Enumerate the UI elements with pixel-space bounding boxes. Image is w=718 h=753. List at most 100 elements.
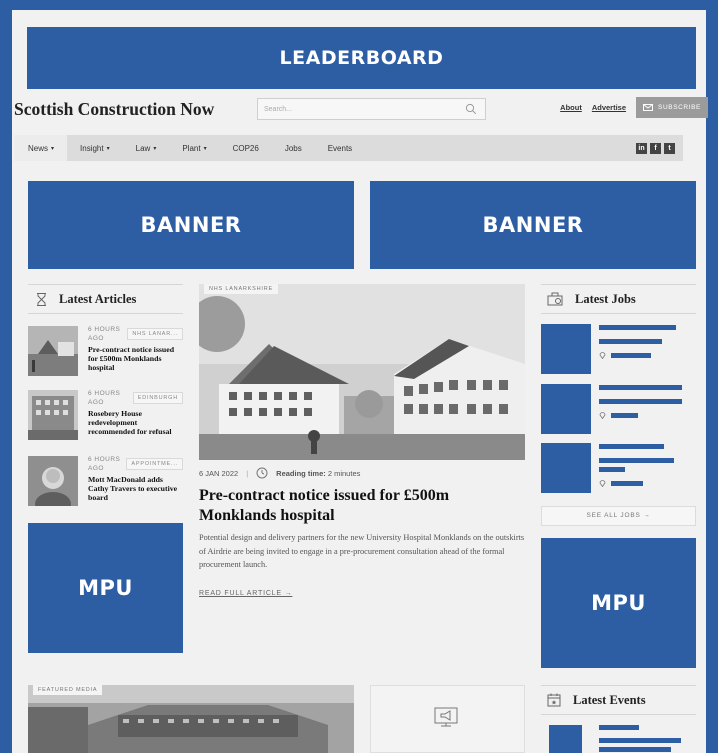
- job-title-placeholder: [599, 458, 674, 463]
- article-thumbnail[interactable]: [28, 390, 78, 440]
- event-title-placeholder: [599, 725, 639, 730]
- site-logo[interactable]: Scottish Construction Now: [14, 99, 244, 120]
- job-logo[interactable]: [541, 324, 591, 374]
- article-thumbnail[interactable]: [28, 456, 78, 506]
- article-tag[interactable]: EDINBURGH: [132, 392, 183, 404]
- article-list-item[interactable]: 6 HOURS AGO EDINBURGH Rosebery House red…: [28, 390, 183, 446]
- location-pin-icon: [599, 412, 606, 419]
- section-title: Latest Jobs: [575, 291, 636, 306]
- about-link[interactable]: About: [560, 103, 582, 112]
- linkedin-icon[interactable]: in: [636, 143, 647, 154]
- job-title-placeholder: [599, 385, 682, 390]
- job-title-placeholder: [599, 325, 676, 330]
- feature-tag[interactable]: NHS LANARKSHIRE: [204, 284, 278, 294]
- nav-item-law[interactable]: Law ▾: [123, 135, 170, 161]
- leaderboard-ad[interactable]: LEADERBOARD: [27, 27, 696, 89]
- event-logo[interactable]: [549, 725, 582, 753]
- latest-jobs-header: Latest Jobs: [541, 284, 696, 314]
- search-icon[interactable]: [465, 103, 477, 115]
- nav-label: Insight: [80, 143, 104, 153]
- event-title-placeholder: [599, 747, 671, 752]
- meta-separator: |: [246, 468, 249, 478]
- reading-time-value: 2 minutes: [327, 468, 361, 478]
- subscribe-button[interactable]: SUBSCRIBE: [636, 97, 708, 118]
- chevron-down-icon: ▾: [106, 145, 110, 152]
- article-thumbnail[interactable]: [28, 326, 78, 376]
- site-header: Scottish Construction Now Search... Abou…: [14, 92, 708, 128]
- job-logo[interactable]: [541, 384, 591, 434]
- job-logo[interactable]: [541, 443, 591, 493]
- nav-label: Jobs: [284, 143, 302, 153]
- article-list-item[interactable]: 6 HOURS AGO APPOINTME... Mott MacDonald …: [28, 456, 183, 512]
- search-input[interactable]: Search...: [257, 98, 486, 120]
- twitter-icon[interactable]: t: [664, 143, 675, 154]
- hourglass-icon: [37, 292, 46, 306]
- see-all-jobs-button[interactable]: SEE ALL JOBS →: [541, 506, 696, 526]
- article-time: 6 HOURS AGO: [88, 326, 121, 342]
- article-title[interactable]: Pre-contract notice issued for £500m Mon…: [88, 345, 184, 373]
- mpu-ad-left[interactable]: MPU: [28, 523, 183, 653]
- feature-summary: Potential design and delivery partners f…: [199, 533, 525, 569]
- nav-item-plant[interactable]: Plant ▾: [169, 135, 219, 161]
- calendar-icon: [547, 693, 561, 707]
- nav-item-jobs[interactable]: Jobs: [272, 135, 315, 161]
- facebook-icon[interactable]: f: [650, 143, 661, 154]
- main-nav: News ▾ Insight ▾ Law ▾ Plant ▾ COP26 Jobs Ev…: [14, 135, 683, 161]
- section-title: Latest Articles: [59, 291, 137, 306]
- feature-meta: 6 JAN 2022 | Reading time: 2 minutes: [199, 466, 525, 480]
- article-title[interactable]: Rosebery House redevelopment recommended…: [88, 409, 184, 437]
- feature-image[interactable]: NHS LANARKSHIRE: [199, 284, 525, 460]
- nav-item-news[interactable]: News ▾: [14, 135, 68, 161]
- job-location-placeholder: [611, 481, 643, 486]
- location-pin-icon: [599, 480, 606, 487]
- job-listing[interactable]: [541, 443, 697, 493]
- megaphone-icon: [434, 707, 458, 727]
- section-title: Latest Events: [573, 692, 646, 707]
- reading-time-label: Reading time:: [276, 468, 326, 478]
- latest-events-header: Latest Events: [541, 685, 696, 715]
- chevron-down-icon: ▾: [51, 145, 55, 152]
- header-links: About Advertise SUBSCRIBE: [560, 97, 708, 118]
- clock-icon: [256, 467, 268, 479]
- job-listing[interactable]: [541, 384, 697, 434]
- advertise-link[interactable]: Advertise: [592, 103, 626, 112]
- nav-item-events[interactable]: Events: [315, 135, 365, 161]
- chevron-down-icon: ▾: [203, 145, 207, 152]
- nav-item-cop26[interactable]: COP26: [220, 135, 272, 161]
- job-listing[interactable]: [541, 324, 697, 374]
- feature-title[interactable]: Pre-contract notice issued for £500m Mon…: [199, 486, 499, 526]
- featured-media-image[interactable]: FEATURED MEDIA: [28, 685, 354, 753]
- feature-date: 6 JAN 2022: [199, 468, 239, 478]
- job-title-placeholder: [599, 444, 664, 449]
- reading-time: Reading time: 2 minutes: [276, 469, 360, 478]
- event-listing[interactable]: [549, 725, 705, 753]
- advertise-placeholder-card[interactable]: [370, 685, 525, 753]
- article-tag[interactable]: APPOINTME...: [126, 458, 183, 470]
- chevron-down-icon: ▾: [153, 145, 157, 152]
- featured-media-tag[interactable]: FEATURED MEDIA: [33, 685, 103, 695]
- read-full-article-link[interactable]: READ FULL ARTICLE →: [199, 590, 292, 597]
- mail-icon: [643, 104, 654, 111]
- job-title-placeholder: [599, 339, 662, 344]
- job-location-placeholder: [611, 413, 638, 418]
- location-pin-icon: [599, 352, 606, 359]
- nav-item-insight[interactable]: Insight ▾: [67, 135, 123, 161]
- job-title-placeholder: [599, 399, 682, 404]
- see-all-jobs-label: SEE ALL JOBS →: [586, 512, 651, 519]
- nav-label: COP26: [232, 143, 259, 153]
- mpu-ad-right[interactable]: MPU: [541, 538, 696, 668]
- nav-label: News: [28, 143, 49, 153]
- briefcase-icon: [547, 292, 563, 306]
- banner-ad-left[interactable]: BANNER: [28, 181, 354, 269]
- banner-ad-right[interactable]: BANNER: [370, 181, 696, 269]
- social-links: in f t: [636, 143, 675, 154]
- article-tag[interactable]: NHS LANAR...: [127, 328, 183, 340]
- article-list-item[interactable]: 6 HOURS AGO NHS LANAR... Pre-contract no…: [28, 326, 183, 382]
- nav-label: Law: [135, 143, 151, 153]
- latest-articles-header: Latest Articles: [28, 284, 183, 314]
- job-location-placeholder: [611, 353, 651, 358]
- article-title[interactable]: Mott MacDonald adds Cathy Travers to exe…: [88, 475, 184, 503]
- job-title-placeholder: [599, 467, 625, 472]
- subscribe-label: SUBSCRIBE: [658, 104, 701, 111]
- article-time: 6 HOURS AGO: [88, 456, 121, 472]
